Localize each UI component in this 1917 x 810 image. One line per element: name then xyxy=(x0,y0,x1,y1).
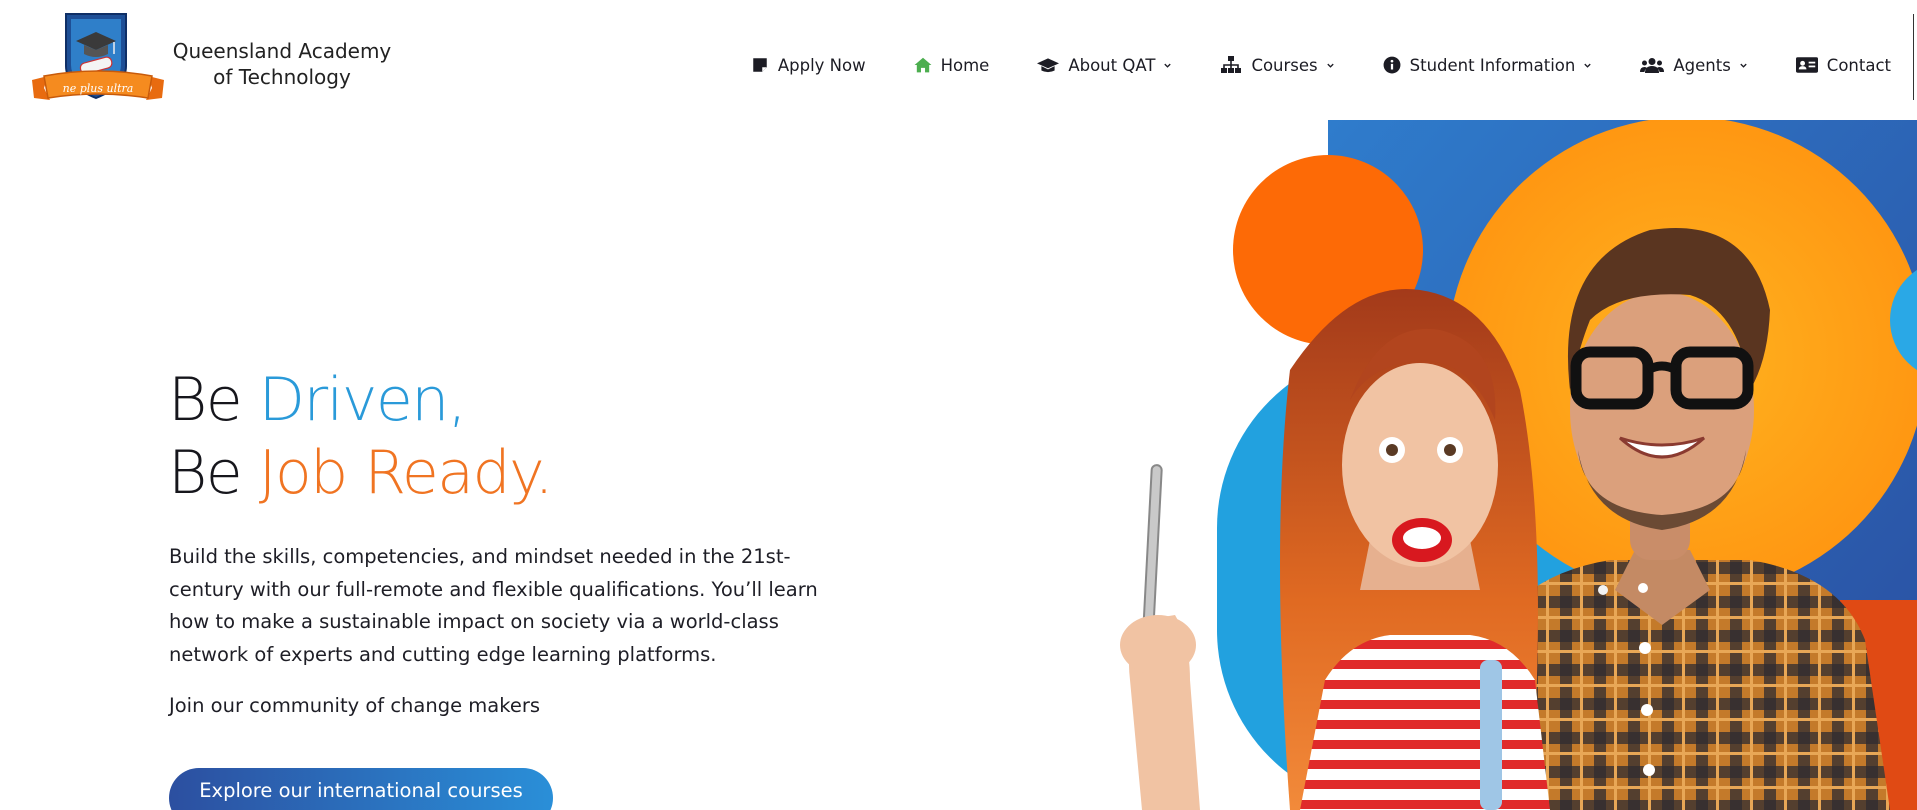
brand-name[interactable]: Queensland Academy of Technology xyxy=(172,38,392,90)
nav-contact[interactable]: Contact xyxy=(1795,55,1891,75)
nav-label: Student Information xyxy=(1409,55,1576,75)
info-circle-icon xyxy=(1383,56,1401,74)
form-icon xyxy=(751,56,769,74)
chevron-down-icon xyxy=(1326,61,1335,70)
nav-apply-now[interactable]: Apply Now xyxy=(751,56,866,75)
nav-label: Agents xyxy=(1673,55,1731,75)
hero-image xyxy=(1050,120,1917,810)
nav-label: Apply Now xyxy=(777,55,866,75)
nav-label: Contact xyxy=(1826,55,1891,75)
qat-logo[interactable]: ne plus ultra xyxy=(28,10,168,114)
headline-line-1: Be Driven, xyxy=(168,364,552,437)
main-nav: Apply Now Home About QAT Courses Student… xyxy=(751,52,1891,78)
scrollbar[interactable] xyxy=(1913,14,1914,100)
site-header: ne plus ultra Queensland Academy of Tech… xyxy=(0,0,1917,121)
students-illustration xyxy=(1120,120,1917,810)
explore-courses-button[interactable]: Explore our international courses xyxy=(169,768,553,810)
crest-icon: ne plus ultra xyxy=(32,13,164,100)
nav-home[interactable]: Home xyxy=(914,55,990,75)
chevron-down-icon xyxy=(1163,61,1172,70)
headline-prefix-2: Be xyxy=(168,438,259,508)
graduation-cap-icon xyxy=(1037,56,1060,74)
motto-text: ne plus ultra xyxy=(63,82,134,95)
nav-courses[interactable]: Courses xyxy=(1220,56,1334,75)
headline-prefix-1: Be xyxy=(168,365,259,435)
contact-card-icon xyxy=(1795,56,1818,74)
users-icon xyxy=(1640,56,1665,74)
chevron-down-icon xyxy=(1739,61,1748,70)
nav-agents[interactable]: Agents xyxy=(1640,56,1747,75)
headline-accent-driven: Driven, xyxy=(258,365,467,435)
hero-community-text: Join our community of change makers xyxy=(169,694,540,717)
chevron-down-icon xyxy=(1583,61,1592,70)
sitemap-icon xyxy=(1220,56,1242,74)
nav-about-qat[interactable]: About QAT xyxy=(1037,56,1172,75)
nav-label: Home xyxy=(940,55,990,75)
brand-line-1: Queensland Academy xyxy=(172,39,392,63)
nav-label: About QAT xyxy=(1068,55,1156,75)
hero-description: Build the skills, competencies, and mind… xyxy=(169,545,818,666)
brand-line-2: of Technology xyxy=(213,65,351,89)
headline-line-2: Be Job Ready. xyxy=(168,437,554,510)
nav-label: Courses xyxy=(1251,55,1318,75)
nav-student-information[interactable]: Student Information xyxy=(1383,56,1593,75)
home-icon xyxy=(914,56,932,74)
hero-headline: Be Driven, Be Job Ready. xyxy=(168,364,554,510)
headline-accent-job-ready: Job Ready. xyxy=(258,438,554,508)
